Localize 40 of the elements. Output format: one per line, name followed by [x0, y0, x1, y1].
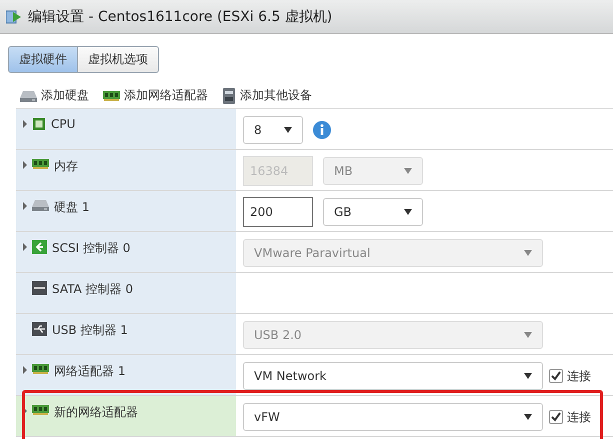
- dropdown[interactable]: 8: [243, 116, 303, 144]
- toolbar-button[interactable]: 添加网络适配器: [103, 87, 208, 104]
- vm-icon: [6, 8, 22, 24]
- info-icon[interactable]: [313, 121, 331, 139]
- checkbox[interactable]: [549, 369, 563, 383]
- device-label: SCSI 控制器 0: [52, 240, 130, 257]
- expand-arrow-icon[interactable]: [23, 407, 27, 415]
- device-label: 新的网络适配器: [54, 404, 138, 421]
- dropdown[interactable]: vFW: [243, 403, 543, 431]
- device-label: 硬盘 1: [54, 199, 90, 216]
- chip-icon: [32, 117, 46, 131]
- card-icon: [32, 363, 49, 374]
- expand-arrow-icon[interactable]: [23, 202, 27, 210]
- controller-icon: [32, 240, 47, 254]
- tab[interactable]: 虚拟机选项: [78, 46, 159, 73]
- checkbox-label: 连接: [567, 368, 591, 384]
- device-label: CPU: [51, 117, 76, 131]
- device-label: 内存: [54, 158, 78, 175]
- window-title: 编辑设置 - Centos1611core (ESXi 6.5 虚拟机): [28, 8, 332, 26]
- expand-arrow-icon[interactable]: [23, 161, 27, 169]
- card-icon: [103, 90, 120, 101]
- usb-icon: [32, 322, 47, 336]
- expand-arrow-icon[interactable]: [23, 243, 27, 251]
- toolbar-button[interactable]: 添加其他设备: [222, 87, 312, 104]
- controller-icon: [32, 281, 47, 295]
- checkbox[interactable]: [549, 410, 563, 424]
- expand-arrow-icon[interactable]: [23, 366, 27, 374]
- card-icon: [32, 158, 49, 169]
- expand-arrow-icon[interactable]: [23, 120, 27, 128]
- toolbar-button[interactable]: 添加硬盘: [20, 87, 89, 104]
- device-label: 网络适配器 1: [54, 363, 126, 380]
- checkbox-label: 连接: [567, 408, 591, 426]
- number-field[interactable]: 200: [243, 197, 313, 227]
- card-icon: [32, 404, 49, 415]
- device-label: SATA 控制器 0: [52, 281, 133, 298]
- device-label: USB 控制器 1: [52, 322, 128, 339]
- dropdown[interactable]: VM Network: [243, 362, 543, 390]
- device-icon: [222, 88, 236, 104]
- dropdown[interactable]: GB: [323, 198, 423, 226]
- tab[interactable]: 虚拟硬件: [8, 46, 78, 73]
